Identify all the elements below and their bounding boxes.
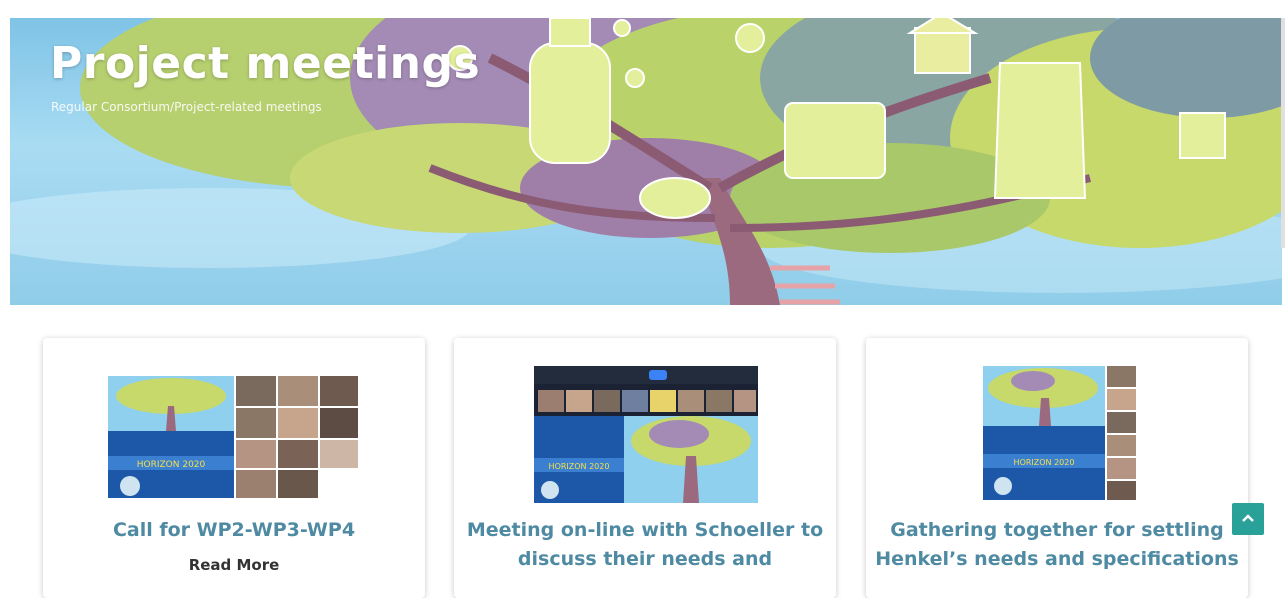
meeting-card[interactable]: HORIZON 2020 Gathering together for sett… bbox=[866, 338, 1248, 598]
horizon-2020-label: HORIZON 2020 bbox=[137, 460, 206, 470]
card-title-line[interactable]: Henkel’s needs and specifications bbox=[875, 548, 1239, 570]
horizon-2020-label: HORIZON 2020 bbox=[549, 462, 610, 471]
chevron-up-icon bbox=[1242, 514, 1254, 522]
back-to-top-button[interactable] bbox=[1232, 503, 1264, 535]
meeting-card[interactable]: HORIZON 2020 Call for WP2-WP3-WP4 Read M… bbox=[43, 338, 425, 598]
read-more-link[interactable]: Read More bbox=[43, 556, 425, 574]
hero-banner: Project meetings Regular Consortium/Proj… bbox=[10, 18, 1282, 305]
card-title[interactable]: Meeting on-line with Schoeller to discus… bbox=[454, 516, 836, 574]
horizon-2020-label: HORIZON 2020 bbox=[1014, 458, 1075, 467]
meeting-thumbnail[interactable]: HORIZON 2020 bbox=[534, 366, 758, 503]
card-title-line[interactable]: Meeting on-line with Schoeller to bbox=[467, 519, 823, 541]
page-title: Project meetings bbox=[50, 38, 481, 89]
card-title[interactable]: Gathering together for settling Henkel’s… bbox=[866, 516, 1248, 574]
card-title[interactable]: Call for WP2-WP3-WP4 bbox=[43, 516, 425, 545]
page-scrollbar[interactable] bbox=[1281, 18, 1285, 248]
card-title-line[interactable]: discuss their needs and bbox=[518, 548, 772, 570]
card-title-line[interactable]: Gathering together for settling bbox=[890, 519, 1223, 541]
meeting-card[interactable]: HORIZON 2020 Meeting on-line with Schoel… bbox=[454, 338, 836, 598]
page-subtitle: Regular Consortium/Project-related meeti… bbox=[51, 100, 322, 114]
meeting-thumbnail[interactable]: HORIZON 2020 bbox=[108, 376, 358, 498]
meeting-thumbnail[interactable]: HORIZON 2020 bbox=[983, 366, 1136, 500]
